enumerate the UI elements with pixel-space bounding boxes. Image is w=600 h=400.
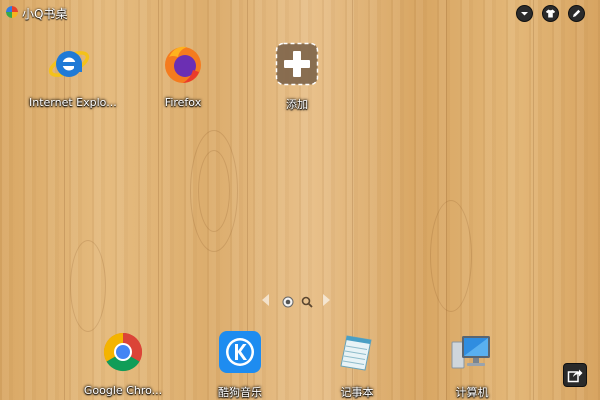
icon-label: Firefox	[164, 96, 202, 109]
desktop-icon-firefox[interactable]: Firefox	[143, 42, 223, 109]
chevron-down-icon	[521, 12, 528, 16]
pencil-icon	[573, 9, 581, 17]
next-page-button[interactable]	[322, 292, 332, 311]
internet-explorer-icon	[48, 51, 90, 77]
page-dot-active[interactable]	[282, 293, 294, 312]
search-button[interactable]	[301, 293, 313, 312]
page-dot-icon	[282, 296, 294, 308]
share-icon	[567, 369, 583, 383]
windmill-logo-icon	[6, 6, 18, 18]
add-icon	[275, 42, 319, 86]
dock-icon-chrome[interactable]: Google Chro...	[83, 330, 163, 397]
dock-icon-notepad[interactable]: 记事本	[317, 330, 397, 400]
chevron-left-icon	[262, 294, 269, 306]
search-icon	[301, 296, 313, 308]
icon-label: 计算机	[455, 386, 489, 399]
firefox-icon	[165, 46, 201, 83]
icon-label: Google Chro...	[83, 384, 163, 397]
dock-icon-kugou[interactable]: 酷狗音乐	[200, 330, 280, 400]
chrome-icon	[103, 332, 143, 372]
shirt-icon	[546, 9, 555, 18]
kugou-music-icon	[219, 331, 261, 373]
chevron-right-icon	[323, 294, 330, 306]
desktop-icon-internet-explorer[interactable]: Internet Explo...	[29, 42, 117, 109]
icon-label: Internet Explo...	[29, 96, 117, 109]
edit-button[interactable]	[568, 5, 585, 22]
icon-label: 记事本	[340, 386, 374, 399]
app-title: 小Q书桌	[22, 7, 68, 21]
notepad-icon	[340, 335, 372, 371]
page-indicator	[258, 291, 338, 308]
icon-label: 添加	[286, 98, 308, 111]
title-bar: 小Q书桌	[0, 0, 600, 24]
dock-icon-computer[interactable]: 计算机	[432, 330, 512, 400]
desktop-background: 小Q书桌 Internet Explo... Firefox 添加 Google…	[0, 0, 600, 400]
icon-label: 酷狗音乐	[218, 386, 262, 399]
menu-dropdown-button[interactable]	[516, 5, 533, 22]
add-shortcut-button[interactable]: 添加	[257, 42, 337, 112]
skin-button[interactable]	[542, 5, 559, 22]
prev-page-button[interactable]	[260, 292, 270, 311]
computer-icon	[451, 336, 490, 369]
share-button[interactable]	[563, 363, 587, 387]
